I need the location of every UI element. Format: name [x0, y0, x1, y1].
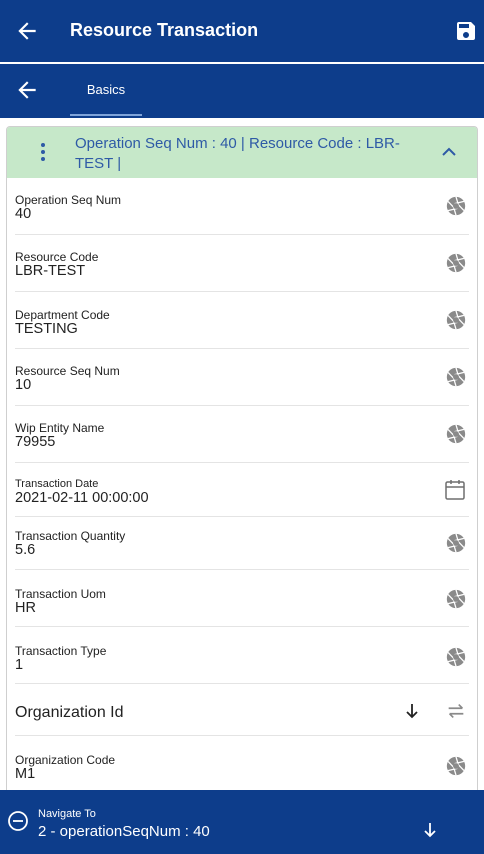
field-value: 1	[15, 657, 24, 673]
organization-id-row[interactable]: Organization Id	[15, 684, 469, 736]
field-resource-seq-num[interactable]: Resource Seq Num 10	[15, 349, 469, 406]
field-value: TESTING	[15, 321, 78, 337]
field-label: Wip Entity Name	[15, 421, 105, 435]
field-value: HR	[15, 600, 36, 616]
aperture-icon[interactable]	[445, 252, 467, 274]
tab-label: Basics	[86, 82, 126, 97]
field-value: LBR-TEST	[15, 263, 86, 279]
field-label: Transaction Date	[15, 478, 99, 490]
field-label: Department Code	[15, 308, 110, 322]
aperture-icon[interactable]	[445, 195, 467, 217]
field-value: M1	[15, 766, 36, 782]
aperture-icon[interactable]	[445, 532, 467, 554]
field-value: 5.6	[15, 542, 36, 558]
save-icon[interactable]	[454, 19, 478, 43]
more-vert-icon[interactable]	[35, 142, 51, 162]
aperture-icon[interactable]	[445, 588, 467, 610]
field-operation-seq-num[interactable]: Operation Seq Num 40	[15, 178, 469, 235]
field-resource-code[interactable]: Resource Code LBR-TEST	[15, 235, 469, 292]
aperture-icon[interactable]	[445, 366, 467, 388]
page-title: Resource Transaction	[70, 20, 259, 40]
tab-active-indicator	[70, 114, 142, 116]
card-header[interactable]: Operation Seq Num : 40 | Resource Code :…	[7, 127, 477, 178]
remove-circle-icon[interactable]	[7, 810, 29, 832]
field-transaction-uom[interactable]: Transaction Uom HR	[15, 570, 469, 627]
arrow-down-icon[interactable]	[403, 702, 421, 720]
field-transaction-type[interactable]: Transaction Type 1	[15, 627, 469, 684]
field-label: Transaction Quantity	[15, 529, 126, 543]
card-header-text: Operation Seq Num : 40 | Resource Code :…	[75, 135, 400, 172]
field-value: 10	[15, 377, 32, 393]
field-label: Resource Code	[15, 250, 99, 264]
back-arrow-icon[interactable]	[14, 77, 40, 103]
field-label: Operation Seq Num	[15, 193, 122, 207]
field-transaction-quantity[interactable]: Transaction Quantity 5.6	[15, 517, 469, 570]
chevron-up-icon[interactable]	[439, 144, 459, 160]
field-label: Resource Seq Num	[15, 364, 120, 378]
aperture-icon[interactable]	[445, 755, 467, 777]
back-arrow-icon[interactable]	[14, 18, 40, 44]
field-value: 40	[15, 206, 32, 222]
field-wip-entity-name[interactable]: Wip Entity Name 79955	[15, 406, 469, 463]
record-card: Operation Seq Num : 40 | Resource Code :…	[6, 126, 478, 806]
field-transaction-date[interactable]: Transaction Date 2021-02-11 00:00:00	[15, 463, 469, 517]
aperture-icon[interactable]	[445, 309, 467, 331]
aperture-icon[interactable]	[445, 646, 467, 668]
tab-basics[interactable]: Basics	[70, 64, 142, 116]
aperture-icon[interactable]	[445, 423, 467, 445]
calendar-icon[interactable]	[443, 478, 467, 502]
arrow-down-icon[interactable]	[421, 821, 439, 839]
field-value: 2021-02-11 00:00:00	[15, 490, 149, 506]
app-bar: Resource Transaction	[0, 0, 484, 62]
field-value: 79955	[15, 434, 56, 450]
organization-id-label: Organization Id	[15, 704, 124, 721]
field-department-code[interactable]: Department Code TESTING	[15, 292, 469, 349]
navigate-label: Navigate To	[38, 808, 96, 820]
swap-icon[interactable]	[445, 700, 467, 722]
tab-bar: Basics	[0, 64, 484, 118]
navigate-value: 2 - operationSeqNum : 40	[38, 823, 210, 840]
field-label: Transaction Type	[15, 644, 107, 658]
field-label: Transaction Uom	[15, 587, 106, 601]
field-label: Organization Code	[15, 753, 116, 767]
navigate-bar[interactable]: Navigate To 2 - operationSeqNum : 40	[0, 790, 484, 854]
